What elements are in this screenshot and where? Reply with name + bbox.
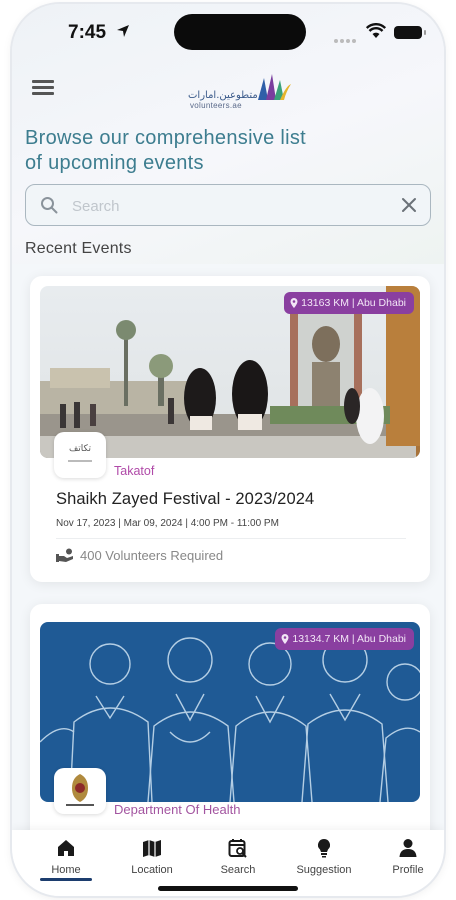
headline-line-1: Browse our comprehensive list [25, 127, 307, 149]
organizer-logo-text: تكاتف [68, 444, 92, 454]
location-pin-icon [290, 298, 298, 309]
clear-search-icon[interactable] [400, 196, 418, 214]
home-indicator [158, 886, 298, 891]
lightbulb-icon [317, 838, 331, 858]
tab-location[interactable]: Location [112, 838, 192, 876]
event-card[interactable]: 13134.7 KM | Abu Dhabi Department Of Hea… [30, 604, 430, 844]
card-divider [56, 538, 406, 539]
distance-badge: 13134.7 KM | Abu Dhabi [275, 628, 414, 650]
tab-label: Suggestion [296, 864, 352, 876]
phone-screen: 7:45 متطوعين.امارات volunteers.ae Browse… [12, 4, 444, 896]
organizer-name: Department Of Health [114, 802, 241, 817]
tab-label: Profile [392, 864, 424, 876]
tab-label: Location [131, 864, 173, 876]
page-headline: Browse our comprehensive list of upcomin… [25, 126, 405, 176]
status-bar: 7:45 [12, 4, 444, 60]
battery-icon [394, 26, 426, 39]
map-icon [143, 840, 161, 857]
tab-search[interactable]: Search [198, 838, 278, 876]
logo-english-text: volunteers.ae [190, 101, 242, 110]
distance-text: 13134.7 KM | Abu Dhabi [292, 633, 406, 645]
dynamic-island [174, 14, 306, 50]
location-pin-icon [281, 634, 289, 645]
tab-profile[interactable]: Profile [368, 838, 444, 876]
calendar-search-icon [228, 839, 247, 858]
event-title: Shaikh Zayed Festival - 2023/2024 [56, 490, 315, 508]
distance-text: 13163 KM | Abu Dhabi [301, 297, 406, 309]
search-bar [25, 184, 431, 226]
volunteer-hand-icon [56, 548, 73, 562]
menu-button[interactable] [32, 80, 54, 98]
headline-line-2: of upcoming events [25, 152, 204, 174]
logo-mark-icon [258, 74, 291, 100]
tab-suggestion[interactable]: Suggestion [284, 838, 364, 876]
tab-label: Search [220, 864, 256, 876]
search-icon [41, 197, 58, 214]
emblem-icon [66, 774, 94, 806]
event-card[interactable]: 13163 KM | Abu Dhabi تكاتف Takatof Shaik… [30, 276, 430, 582]
person-icon [399, 839, 417, 857]
hamburger-icon [32, 80, 54, 83]
status-time: 7:45 [68, 22, 107, 43]
recent-events-heading: Recent Events [25, 240, 132, 257]
organizer-logo: تكاتف [54, 432, 106, 478]
tab-home[interactable]: Home [26, 838, 106, 876]
wifi-icon [366, 23, 386, 38]
home-icon [58, 840, 74, 856]
tab-label: Home [51, 864, 81, 876]
location-arrow-icon [117, 25, 129, 37]
event-dates: Nov 17, 2023 | Mar 09, 2024 | 4:00 PM - … [56, 518, 279, 529]
distance-badge: 13163 KM | Abu Dhabi [284, 292, 414, 314]
volunteers-required: 400 Volunteers Required [80, 548, 224, 563]
logo-arabic-text: متطوعين.امارات [188, 90, 258, 101]
app-logo: متطوعين.امارات volunteers.ae [188, 68, 298, 112]
organizer-logo [54, 768, 106, 814]
organizer-name: Takatof [114, 464, 155, 478]
search-input[interactable] [72, 191, 382, 221]
cellular-signal-icon [334, 30, 358, 48]
active-tab-indicator [40, 878, 92, 881]
